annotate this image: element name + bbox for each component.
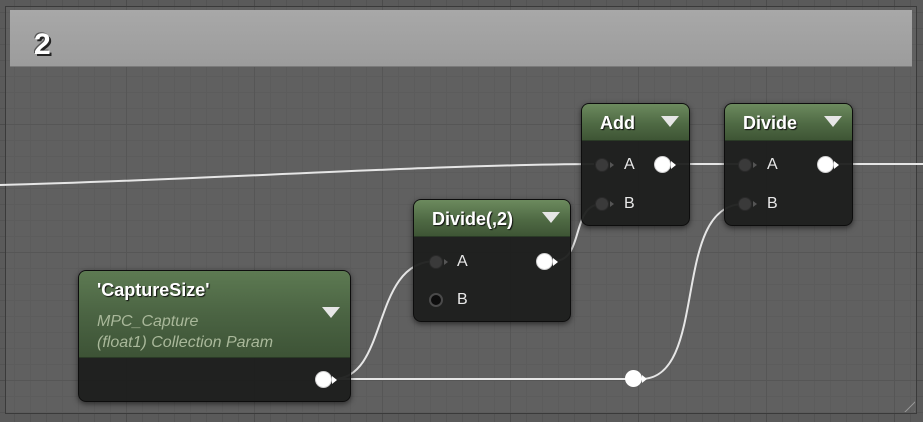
divide-pin-a[interactable] (738, 158, 752, 172)
divide-const-pin-b[interactable] (429, 293, 443, 307)
pin-tip-icon (444, 259, 448, 265)
add-output-pin[interactable] (654, 156, 671, 173)
divide-label-b: B (767, 195, 778, 212)
divide-title: Divide (743, 113, 798, 133)
pin-tip-icon (671, 161, 676, 169)
param-collection: MPC_Capture (97, 313, 199, 330)
pin-tip-icon (610, 162, 614, 168)
add-node[interactable]: Add A B (581, 103, 690, 226)
add-pin-a[interactable] (595, 158, 609, 172)
dropdown-arrow-icon[interactable] (542, 212, 560, 223)
pin-tip-icon (332, 376, 337, 384)
pin-tip-icon (553, 258, 558, 266)
divide-label-a: A (767, 156, 778, 173)
pin-tip-icon (834, 161, 839, 169)
divide-const-label-b: B (457, 291, 468, 308)
add-label-a: A (624, 156, 635, 173)
dropdown-arrow-icon[interactable] (824, 116, 842, 127)
collection-param-header[interactable]: 'CaptureSize' MPC_Capture (float1) Colle… (79, 271, 350, 358)
divide-const-label-a: A (457, 253, 468, 270)
pin-tip-icon (753, 201, 757, 207)
param-output-pin[interactable] (315, 371, 332, 388)
reroute-node[interactable] (625, 370, 642, 387)
add-label-b: B (624, 195, 635, 212)
pin-tip-icon (642, 375, 647, 383)
divide-const-node[interactable]: Divide(,2) A B (413, 199, 571, 322)
divide-header[interactable]: Divide (725, 104, 852, 141)
dropdown-arrow-icon[interactable] (661, 116, 679, 127)
divide-const-pin-a[interactable] (429, 255, 443, 269)
add-title: Add (600, 113, 635, 133)
divide-output-pin[interactable] (817, 156, 834, 173)
divide-const-title: Divide(,2) (432, 209, 514, 229)
param-type: (float1) Collection Param (97, 334, 274, 351)
dropdown-arrow-icon[interactable] (322, 307, 340, 318)
pin-tip-icon (753, 162, 757, 168)
divide-const-header[interactable]: Divide(,2) (414, 200, 570, 237)
param-name: 'CaptureSize' (97, 280, 210, 300)
add-pin-b[interactable] (595, 197, 609, 211)
divide-node[interactable]: Divide A B (724, 103, 853, 226)
comment-title: 2 (34, 28, 51, 61)
divide-pin-b[interactable] (738, 197, 752, 211)
collection-param-node[interactable]: 'CaptureSize' MPC_Capture (float1) Colle… (78, 270, 351, 402)
add-header[interactable]: Add (582, 104, 689, 141)
pin-tip-icon (610, 201, 614, 207)
divide-const-output-pin[interactable] (536, 253, 553, 270)
comment-header[interactable]: 2 (10, 10, 912, 67)
